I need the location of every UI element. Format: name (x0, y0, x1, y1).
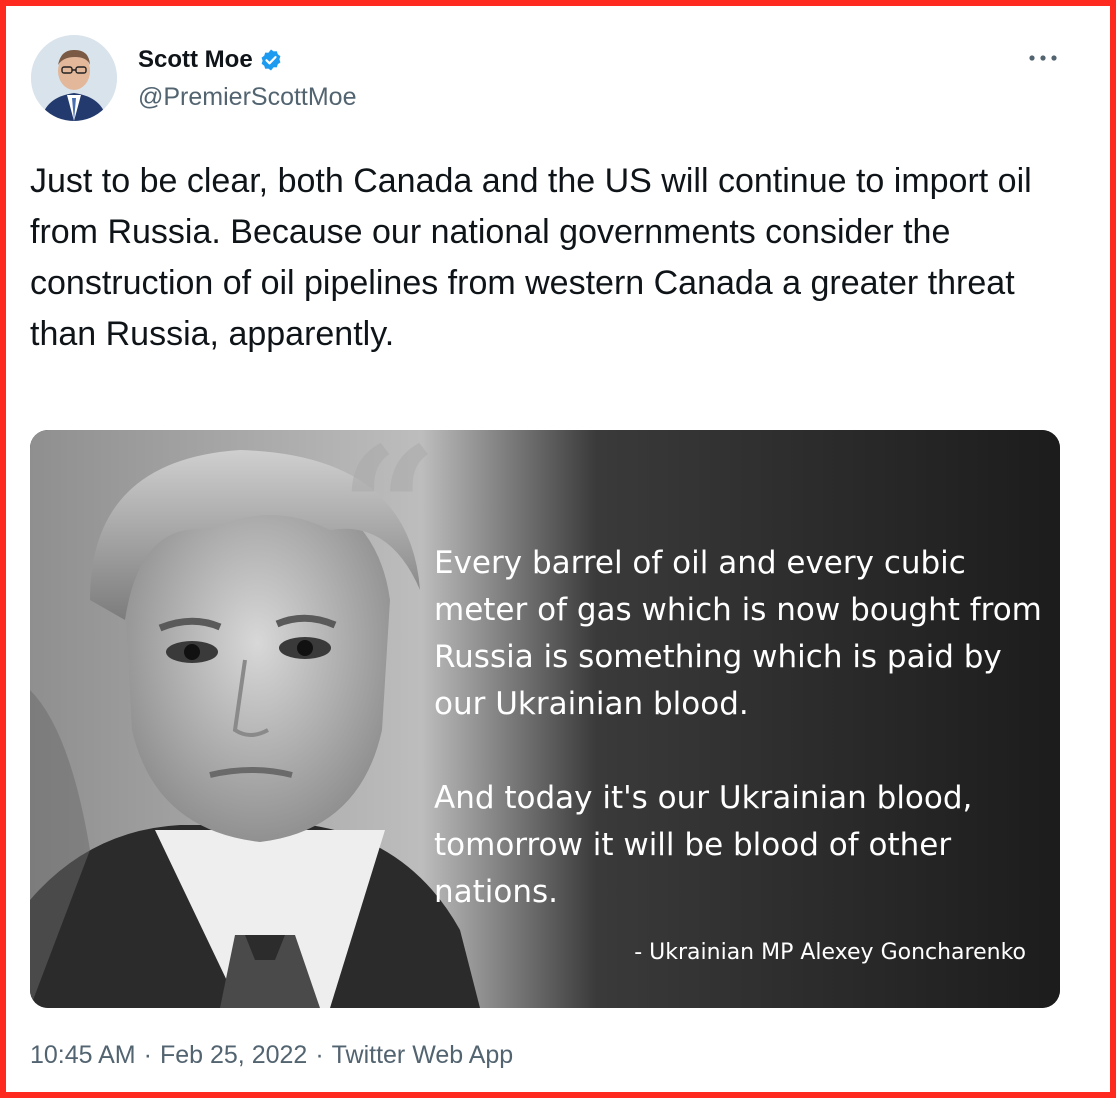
quote-paragraph-1: Every barrel of oil and every cubic mete… (434, 545, 1042, 722)
meta-separator: · (315, 1041, 324, 1069)
tweet-source[interactable]: Twitter Web App (332, 1041, 514, 1069)
meta-separator: · (143, 1041, 152, 1069)
tweet-card: Scott Moe @PremierScottMoe Just to be cl… (0, 0, 1116, 1098)
tweet-media-image[interactable]: “ Every barrel of oil and every cubic me… (30, 430, 1060, 1008)
quote-paragraph-2: And today it's our Ukrainian blood, tomo… (434, 780, 973, 910)
author-handle[interactable]: @PremierScottMoe (138, 83, 357, 112)
verified-badge-icon (261, 49, 281, 71)
tweet-text: Just to be clear, both Canada and the US… (30, 162, 1032, 353)
quote-attribution: - Ukrainian MP Alexey Goncharenko (634, 940, 1026, 965)
avatar[interactable] (31, 35, 117, 121)
quote-text: Every barrel of oil and every cubic mete… (434, 540, 1054, 916)
author-name[interactable]: Scott Moe (138, 46, 253, 74)
person-portrait-icon (31, 35, 117, 121)
tweet-meta: 10:45 AM · Feb 25, 2022 · Twitter Web App (30, 1041, 513, 1070)
author-name-row[interactable]: Scott Moe (138, 46, 283, 74)
tweet-time[interactable]: 10:45 AM (30, 1041, 136, 1069)
tweet-date[interactable]: Feb 25, 2022 (160, 1041, 307, 1069)
quote-mark-icon: “ (340, 430, 438, 610)
more-options-icon[interactable] (1026, 46, 1060, 70)
